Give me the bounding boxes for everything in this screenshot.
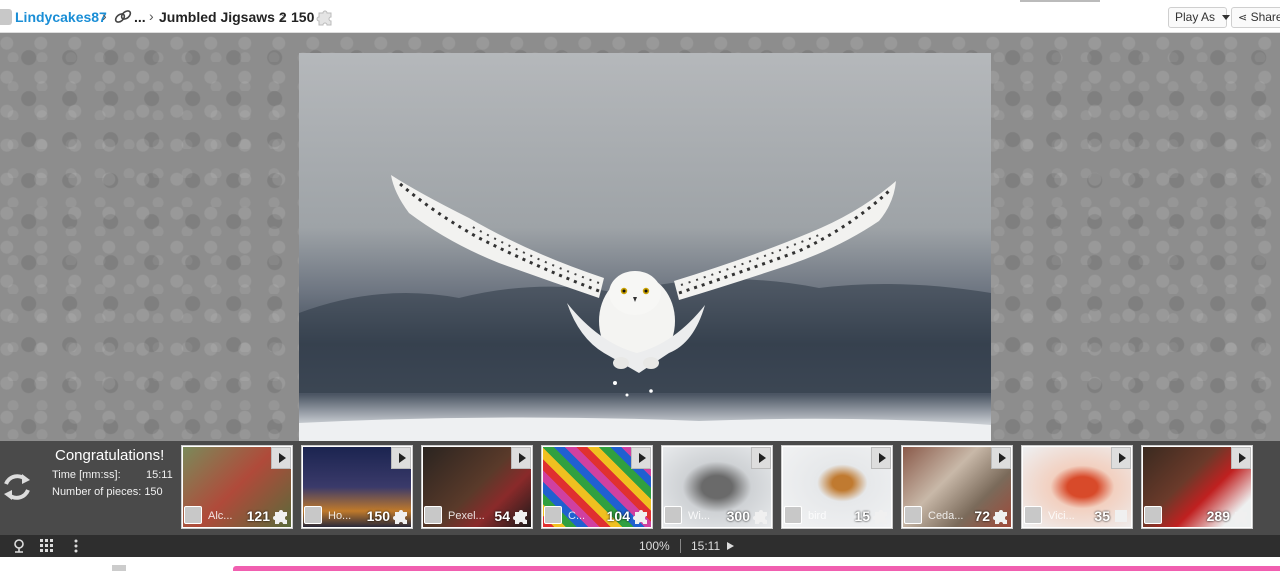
grid-icon[interactable]: [39, 538, 55, 554]
completed-puzzle-image[interactable]: [299, 53, 991, 441]
play-as-button[interactable]: Play As: [1168, 7, 1231, 28]
thumbnail-piece-count: 121: [246, 508, 270, 524]
play-icon[interactable]: [1111, 447, 1131, 469]
avatar[interactable]: [1144, 506, 1162, 524]
time-label: Time [mm:ss]:: [52, 469, 121, 481]
user-avatar[interactable]: [0, 9, 12, 25]
avatar[interactable]: [544, 506, 562, 524]
chevron-right-icon: ›: [281, 8, 286, 24]
puzzle-thumbnail[interactable]: Pexel... 54: [421, 445, 533, 529]
snowy-owl-illustration: [299, 175, 991, 441]
status-bar: 100% 15:11: [0, 535, 1280, 557]
thumbnail-piece-count: 54: [494, 508, 510, 524]
puzzle-piece-icon: [753, 510, 767, 524]
play-icon[interactable]: [991, 447, 1011, 469]
thumbnail-author: bird: [808, 510, 827, 522]
puzzle-piece-icon: [1115, 510, 1127, 522]
puzzle-thumbnail[interactable]: Alc... 121: [181, 445, 293, 529]
share-label: Share: [1250, 10, 1280, 24]
play-icon[interactable]: [511, 447, 531, 469]
thumbnail-author: C...: [568, 510, 586, 522]
mini-avatar: [112, 565, 126, 571]
avatar[interactable]: [664, 506, 682, 524]
puzzle-piece-icon: [393, 510, 407, 524]
avatar[interactable]: [784, 506, 802, 524]
play-icon[interactable]: [271, 447, 291, 469]
thumbnail-piece-count: 104: [606, 508, 630, 524]
congratulations-title: Congratulations!: [55, 447, 165, 464]
caret-down-icon: [1222, 15, 1231, 21]
thumbnail-piece-count: 35: [1094, 508, 1110, 524]
thumbnail-author: Pexel...: [448, 510, 485, 522]
thumbnail-piece-count: 15: [854, 508, 870, 524]
play-icon[interactable]: [751, 447, 771, 469]
pin-icon[interactable]: [11, 538, 27, 554]
thumbnail-author: Alc...: [208, 510, 233, 522]
puzzle-thumbnail[interactable]: 289: [1141, 445, 1253, 529]
breadcrumb-piece-count: 150: [291, 9, 315, 25]
puzzle-piece-icon: [316, 10, 332, 26]
avatar[interactable]: [424, 506, 442, 524]
chevron-right-icon: ›: [102, 8, 107, 24]
breadcrumb-album[interactable]: Jumbled Jigsaws 2: [159, 9, 287, 25]
share-button[interactable]: ⋖ Share: [1231, 7, 1280, 28]
thumbnail-piece-count: 300: [726, 508, 750, 524]
avatar[interactable]: [184, 506, 202, 524]
play-as-label: Play As: [1175, 10, 1216, 24]
puzzle-piece-icon: [273, 510, 287, 524]
thumbnail-piece-count: 150: [366, 508, 390, 524]
thumbnail-author: Ho...: [328, 510, 352, 522]
puzzle-piece-icon: [513, 510, 527, 524]
chevron-right-icon: ›: [149, 8, 154, 24]
breadcrumb-ellipsis[interactable]: ...: [134, 9, 146, 25]
breadcrumb-user[interactable]: Lindycakes87: [15, 9, 107, 25]
bottom-area: [0, 557, 1280, 571]
time-value: 15:11: [146, 469, 173, 481]
avatar[interactable]: [1024, 506, 1042, 524]
play-icon[interactable]: [1231, 447, 1251, 469]
top-bar: Lindycakes87 › ... › Jumbled Jigsaws 2 ›…: [0, 0, 1280, 33]
thumbnail-piece-count: 289: [1206, 508, 1230, 524]
link-icon[interactable]: [113, 8, 133, 26]
puzzle-thumbnail[interactable]: Ho... 150: [301, 445, 413, 529]
puzzle-piece-icon: [873, 510, 887, 524]
play-icon[interactable]: [727, 542, 734, 550]
play-icon[interactable]: [391, 447, 411, 469]
refresh-icon[interactable]: [0, 468, 34, 506]
progress-bar: [233, 566, 1280, 571]
puzzle-thumbnail[interactable]: bird 15: [781, 445, 893, 529]
status-divider: [680, 539, 681, 553]
avatar[interactable]: [304, 506, 322, 524]
puzzle-thumbnail[interactable]: Ceda... 72: [901, 445, 1013, 529]
puzzle-thumbnail[interactable]: Wi... 300: [661, 445, 773, 529]
timer: 15:11: [691, 539, 721, 553]
puzzle-piece-icon: [993, 510, 1007, 524]
thumbnail-author: Wi...: [688, 510, 710, 522]
puzzle-piece-icon: [633, 510, 647, 524]
top-divider: [1020, 0, 1100, 2]
zoom-level[interactable]: 100%: [639, 539, 670, 553]
more-options-icon[interactable]: [68, 538, 84, 554]
avatar[interactable]: [904, 506, 922, 524]
thumbnail-author: Vici...: [1048, 510, 1075, 522]
thumbnail-piece-count: 72: [974, 508, 990, 524]
play-icon[interactable]: [631, 447, 651, 469]
pieces-info: Number of pieces: 150: [52, 486, 163, 498]
puzzle-thumbnail[interactable]: C... 104: [541, 445, 653, 529]
share-icon: ⋖: [1238, 12, 1248, 24]
puzzle-thumbnail[interactable]: Vici... 35: [1021, 445, 1133, 529]
puzzle-piece-icon: [1233, 510, 1247, 524]
thumbnail-author: Ceda...: [928, 510, 964, 522]
play-icon[interactable]: [871, 447, 891, 469]
